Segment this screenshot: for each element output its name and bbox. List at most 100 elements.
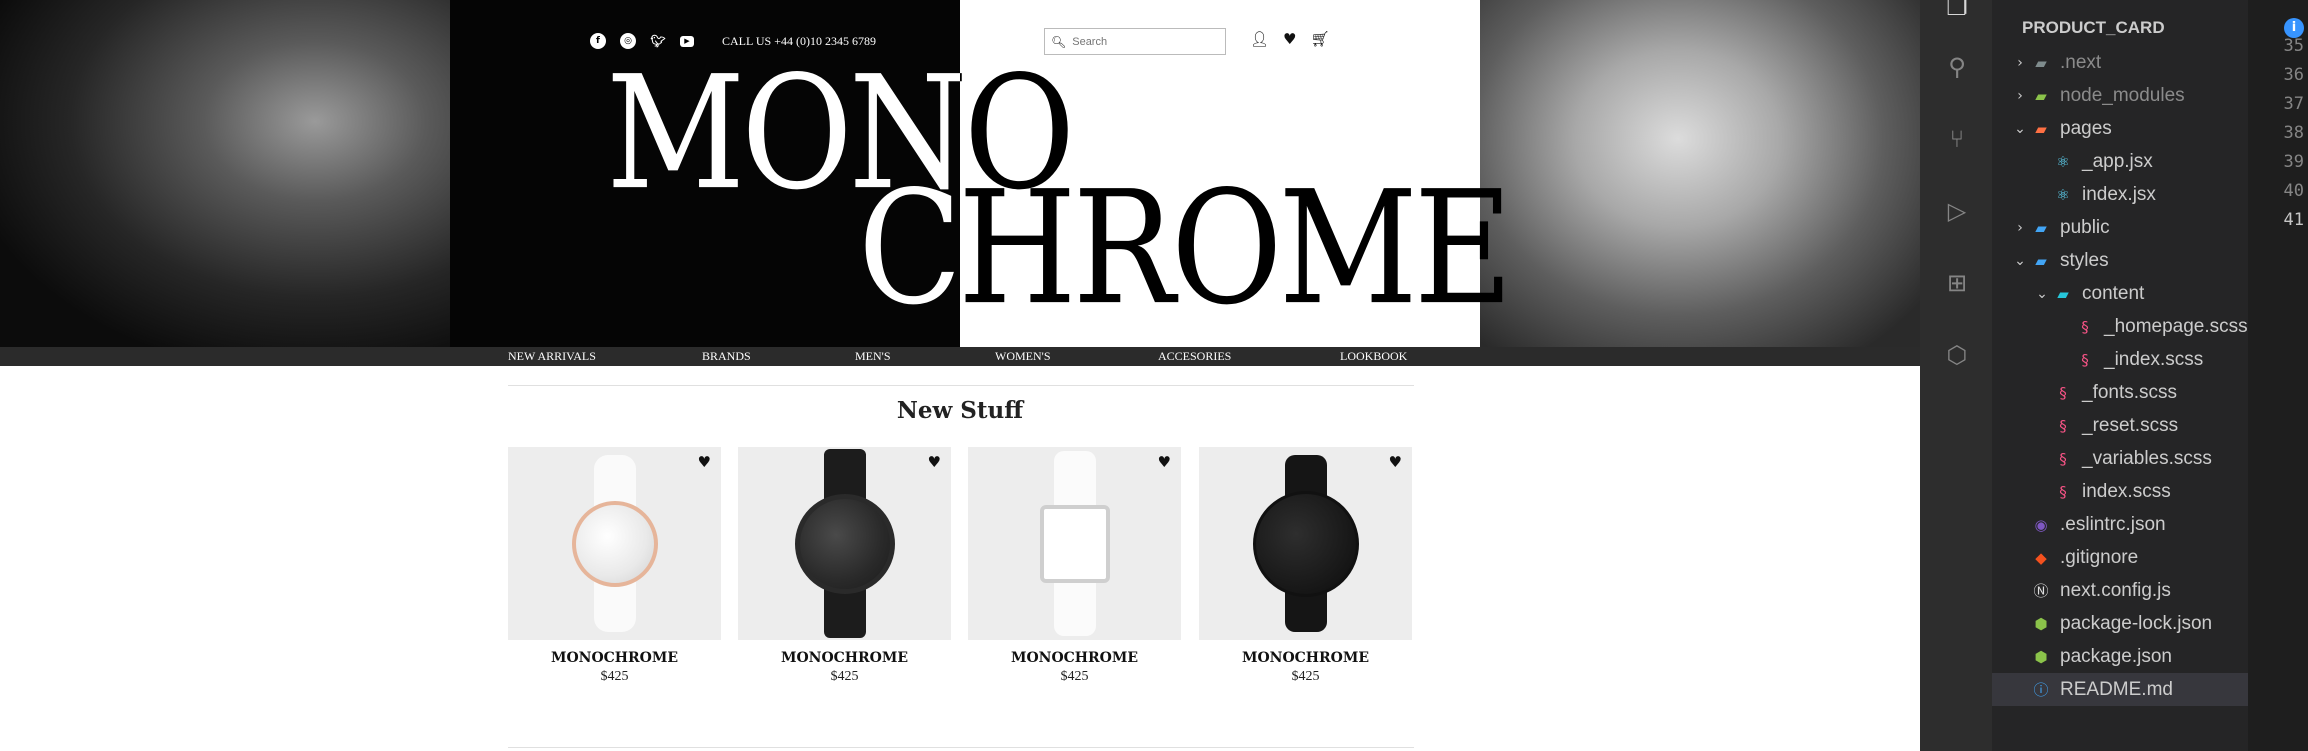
nav-brands[interactable]: BRANDS (702, 349, 751, 364)
search-icon[interactable]: ⚲ (1942, 52, 1972, 82)
line-number: 41 (2283, 210, 2304, 230)
file-icon: ◆ (2035, 548, 2047, 567)
folder-content[interactable]: ⌄ ▰ content (1992, 277, 2248, 310)
tree-item-label: _app.jsx (2082, 150, 2153, 172)
folder-public[interactable]: › ▰ public (1992, 211, 2248, 244)
file-icon: ⬢ (2034, 647, 2048, 666)
facebook-icon[interactable]: f (590, 33, 606, 49)
folder-styles[interactable]: ⌄ ▰ styles (1992, 244, 2248, 277)
file-fonts-scss[interactable]: § _fonts.scss (1992, 376, 2248, 409)
search-input[interactable] (1072, 35, 1213, 48)
favorite-heart-icon[interactable]: ♥ (928, 453, 941, 471)
file-icon: § (2081, 350, 2089, 369)
product-card[interactable]: ♥ MONOCHROME $425 (968, 447, 1181, 685)
file-icon: ⚛ (2056, 185, 2070, 204)
source-control-icon[interactable]: ⑂ (1942, 124, 1972, 154)
watch-dial-black (794, 493, 895, 594)
line-number: 35 (2283, 36, 2304, 56)
instagram-icon[interactable]: ◎ (620, 33, 636, 49)
favorite-heart-icon[interactable]: ♥ (1158, 453, 1171, 471)
product-name: MONOCHROME (1241, 650, 1370, 666)
run-debug-icon[interactable]: ▷ (1942, 196, 1972, 226)
file-app-jsx[interactable]: ⚛ _app.jsx (1992, 145, 2248, 178)
vscode-window: ❐ ⚲ ⑂ ▷ ⊞ ⬡ PRODUCT_CARD › ▰ .next › ▰ node_m… (1920, 0, 2308, 751)
watch-dial-marble (571, 500, 658, 587)
file-next-config-js[interactable]: Ⓝnext.config.js (1992, 574, 2248, 607)
file-icon: § (2059, 482, 2067, 501)
tree-item-label: _variables.scss (2082, 447, 2212, 469)
file-readme-md[interactable]: ⓘ README.md (1992, 673, 2248, 706)
product-name: MONOCHROME (1010, 650, 1139, 666)
search-icon: 🔍︎ (1051, 34, 1067, 49)
folder-icon: ▰ (2035, 53, 2047, 72)
tree-item-label: _index.scss (2104, 348, 2204, 370)
search-box[interactable]: 🔍︎ (1044, 28, 1226, 55)
folder-icon: ▰ (2035, 218, 2047, 237)
tree-item-label: pages (2060, 117, 2112, 139)
tree-item-label: README.md (2060, 678, 2173, 700)
folder-icon: ▰ (2057, 284, 2069, 303)
watch-dial-square (1039, 504, 1110, 583)
info-icon[interactable]: i (2284, 18, 2304, 38)
chevron-down-icon[interactable]: ⌄ (2010, 121, 2030, 137)
file-reset-scss[interactable]: § _reset.scss (1992, 409, 2248, 442)
chevron-right-icon[interactable]: › (2010, 220, 2030, 236)
file-variables-scss[interactable]: § _variables.scss (1992, 442, 2248, 475)
product-card[interactable]: ♥ MONOCHROME $425 (738, 447, 951, 685)
product-card[interactable]: ♥ MONOCHROME $425 (508, 447, 721, 685)
editor-gutter: i 35 36 37 38 39 40 41 (2248, 0, 2308, 751)
header-actions: 👤︎ ♥ 🛒︎ (1250, 30, 1330, 48)
chevron-down-icon[interactable]: ⌄ (2032, 286, 2052, 302)
explorer-files-icon[interactable]: ❐ (1942, 0, 1972, 22)
workspace-folder-title[interactable]: PRODUCT_CARD (2022, 18, 2165, 38)
line-number: 39 (2283, 152, 2304, 172)
cart-icon[interactable]: 🛒︎ (1311, 30, 1330, 48)
favorite-heart-icon[interactable]: ♥ (698, 453, 711, 471)
file-homepage-scss[interactable]: § _homepage.scss (1992, 310, 2248, 343)
chevron-right-icon[interactable]: › (2010, 88, 2030, 104)
extensions-icon[interactable]: ⊞ (1942, 268, 1972, 298)
watch-dial-black (1252, 490, 1359, 597)
nav-lookbook[interactable]: LOOKBOOK (1340, 349, 1407, 364)
chevron-right-icon[interactable]: › (2010, 55, 2030, 71)
file-icon: Ⓝ (2033, 582, 2049, 600)
main-navigation: NEW ARRIVALS BRANDS MEN'S WOMEN'S ACCESO… (0, 347, 1920, 366)
tree-item-label: .eslintrc.json (2060, 513, 2166, 535)
wishlist-heart-icon[interactable]: ♥ (1283, 30, 1296, 48)
file-root-index-scss[interactable]: § index.scss (1992, 475, 2248, 508)
section-divider-top (508, 385, 1414, 386)
twitter-icon[interactable]: 🐦︎ (650, 33, 666, 49)
product-card[interactable]: ♥ MONOCHROME $425 (1199, 447, 1412, 685)
product-name: MONOCHROME (780, 650, 909, 666)
file-eslintrc-json[interactable]: ◉ .eslintrc.json (1992, 508, 2248, 541)
tree-item-label: index.scss (2082, 480, 2171, 502)
brand-wordmark-chrome-dark: CHROME (960, 158, 1513, 341)
nav-womens[interactable]: WOMEN'S (995, 349, 1051, 364)
file-package-lock-json[interactable]: ⬢ package-lock.json (1992, 607, 2248, 640)
folder-icon: ▰ (2035, 119, 2047, 138)
nav-accesories[interactable]: ACCESORIES (1158, 349, 1231, 364)
folder-next[interactable]: › ▰ .next (1992, 46, 2248, 79)
nav-mens[interactable]: MEN'S (855, 349, 891, 364)
folder-node-modules[interactable]: › ▰ node_modules (1992, 79, 2248, 112)
explorer-panel: PRODUCT_CARD › ▰ .next › ▰ node_modules ⌄ ▰ page… (1992, 0, 2248, 751)
file-index-scss[interactable]: § _index.scss (1992, 343, 2248, 376)
file-icon: ◉ (2034, 515, 2048, 534)
hero-banner: MONO CHROME MONO CHROME f ◎ 🐦︎ ▶ CALL US… (0, 0, 1920, 347)
product-price: $425 (1291, 669, 1320, 684)
file-package-json[interactable]: ⬢ package.json (1992, 640, 2248, 673)
file-gitignore[interactable]: ◆ .gitignore (1992, 541, 2248, 574)
file-icon: ⚛ (2056, 152, 2070, 171)
nav-new-arrivals[interactable]: NEW ARRIVALS (508, 349, 596, 364)
youtube-icon[interactable]: ▶ (680, 35, 694, 47)
favorite-heart-icon[interactable]: ♥ (1389, 453, 1402, 471)
chevron-down-icon[interactable]: ⌄ (2010, 253, 2030, 269)
file-index-jsx[interactable]: ⚛ index.jsx (1992, 178, 2248, 211)
product-name: MONOCHROME (550, 650, 679, 666)
remote-explorer-icon[interactable]: ⬡ (1942, 340, 1972, 370)
tree-item-label: next.config.js (2060, 579, 2171, 601)
folder-pages[interactable]: ⌄ ▰ pages (1992, 112, 2248, 145)
file-icon: ⓘ (2033, 681, 2049, 699)
file-icon: § (2081, 317, 2089, 336)
account-icon[interactable]: 👤︎ (1250, 30, 1269, 48)
